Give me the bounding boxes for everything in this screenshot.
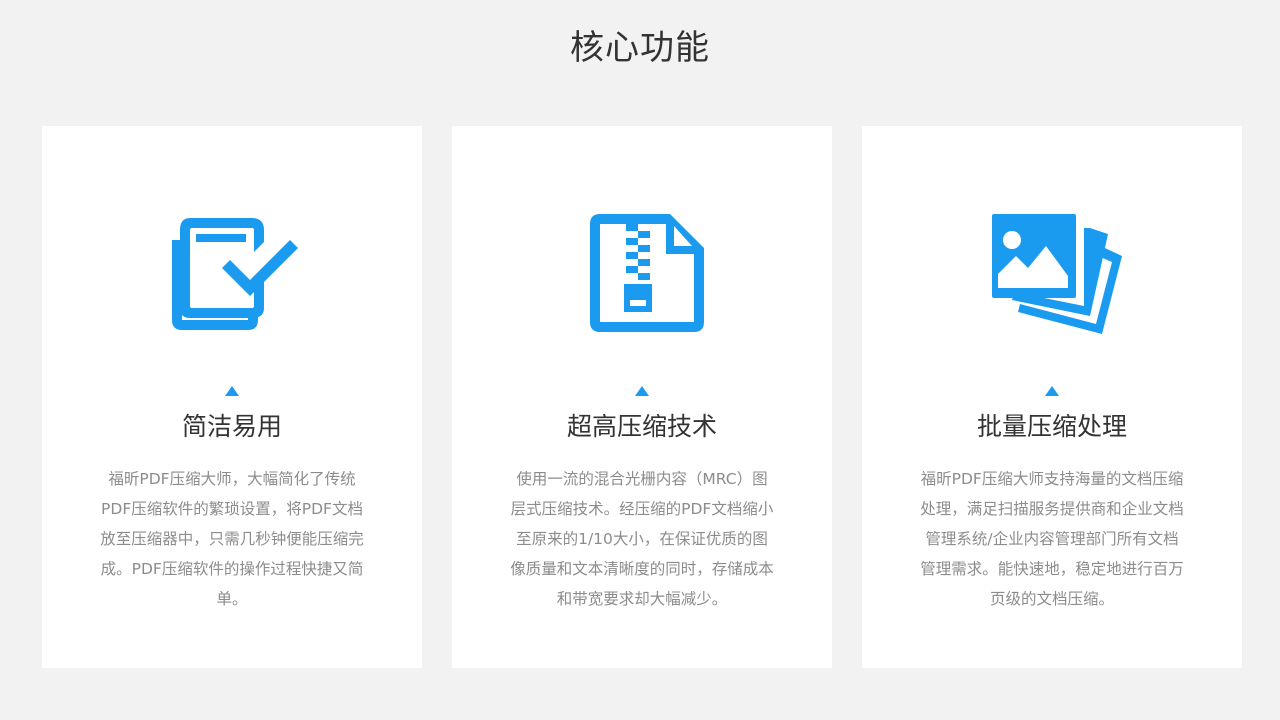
pointer-triangle [225,386,239,396]
pointer-triangle [635,386,649,396]
document-check-icon [152,204,312,344]
pointer-triangle [1045,386,1059,396]
feature-description: 福昕PDF压缩大师，大幅简化了传统PDF压缩软件的繁琐设置，将PDF文档放至压缩… [100,470,364,608]
section-title: 核心功能 [570,28,710,68]
feature-card-easy-to-use: 简洁易用 福昕PDF压缩大师，大幅简化了传统PDF压缩软件的繁琐设置，将PDF文… [42,126,422,668]
feature-title: 批量压缩处理 [976,412,1127,441]
zip-file-icon [562,204,722,344]
feature-card-batch-compression: 批量压缩处理 福昕PDF压缩大师支持海量的文档压缩处理，满足扫描服务提供商和企业… [862,126,1242,668]
feature-card-high-compression: 超高压缩技术 使用一流的混合光栅内容（MRC）图层式压缩技术。经压缩的PDF文档… [452,126,832,668]
feature-title: 超高压缩技术 [566,412,717,441]
image-stack-icon [972,204,1132,344]
feature-description: 使用一流的混合光栅内容（MRC）图层式压缩技术。经压缩的PDF文档缩小至原来的1… [510,470,774,608]
feature-description: 福昕PDF压缩大师支持海量的文档压缩处理，满足扫描服务提供商和企业文档管理系统/… [920,470,1184,608]
feature-title: 简洁易用 [181,412,282,441]
